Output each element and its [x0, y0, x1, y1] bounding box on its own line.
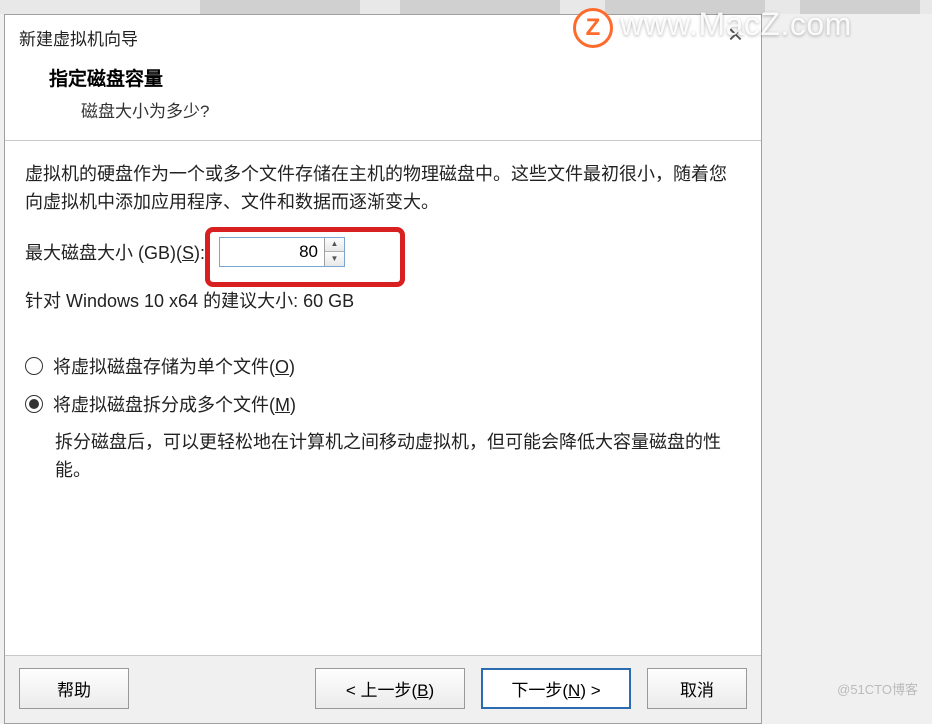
label-part: ) >	[580, 681, 600, 700]
body-section: 虚拟机的硬盘作为一个或多个文件存储在主机的物理磁盘中。这些文件最初很小，随着您向…	[5, 141, 761, 655]
recommended-size-text: 针对 Windows 10 x64 的建议大小: 60 GB	[25, 287, 741, 313]
disk-storage-radio-group: 将虚拟磁盘存储为单个文件(O) 将虚拟磁盘拆分成多个文件(M) 拆分磁盘后，可以…	[25, 353, 741, 485]
button-bar: 帮助 < 上一步(B) 下一步(N) > 取消	[5, 655, 761, 723]
radio-split-label: 将虚拟磁盘拆分成多个文件(M)	[53, 391, 296, 417]
watermark-text: www.MacZ.com	[620, 6, 852, 43]
bg-tab	[400, 0, 560, 14]
label-part: )	[289, 357, 295, 377]
wizard-dialog: 新建虚拟机向导 × 指定磁盘容量 磁盘大小为多少? 虚拟机的硬盘作为一个或多个文…	[4, 14, 762, 724]
split-description: 拆分磁盘后，可以更轻松地在计算机之间移动虚拟机，但可能会降低大容量磁盘的性能。	[55, 429, 741, 485]
page-subtitle: 磁盘大小为多少?	[49, 97, 747, 122]
radio-single-file[interactable]: 将虚拟磁盘存储为单个文件(O)	[25, 353, 741, 379]
watermark-z-badge: Z	[573, 8, 613, 48]
radio-icon	[25, 357, 43, 375]
disk-size-label: 最大磁盘大小 (GB)(S):	[25, 239, 205, 265]
spinner-buttons: ▲ ▼	[324, 238, 344, 266]
cancel-button[interactable]: 取消	[647, 668, 747, 709]
label-part: ):	[194, 243, 205, 263]
radio-single-label: 将虚拟磁盘存储为单个文件(O)	[53, 353, 295, 379]
disk-size-input[interactable]	[220, 238, 324, 266]
label-underline: N	[568, 681, 580, 700]
spinner-up-button[interactable]: ▲	[325, 238, 344, 252]
label-part: )	[290, 395, 296, 415]
spinner-down-button[interactable]: ▼	[325, 252, 344, 266]
label-part: 下一步(	[511, 681, 568, 700]
dialog-title: 新建虚拟机向导	[19, 30, 138, 49]
label-part: )	[428, 681, 434, 700]
bg-tab	[200, 0, 360, 14]
label-part: 将虚拟磁盘拆分成多个文件(	[53, 395, 275, 415]
header-section: 指定磁盘容量 磁盘大小为多少?	[5, 56, 761, 141]
label-part: 将虚拟磁盘存储为单个文件(	[53, 357, 275, 377]
label-underline: M	[275, 395, 290, 415]
radio-icon	[25, 395, 43, 413]
label-part: 最大磁盘大小 (GB)(	[25, 243, 182, 263]
next-button[interactable]: 下一步(N) >	[481, 668, 631, 709]
back-button[interactable]: < 上一步(B)	[315, 668, 465, 709]
label-underline: O	[275, 357, 289, 377]
page-title: 指定磁盘容量	[49, 64, 747, 91]
disk-size-row: 最大磁盘大小 (GB)(S): ▲ ▼	[25, 237, 741, 267]
label-underline: S	[182, 243, 194, 263]
footer-watermark: @51CTO博客	[837, 679, 918, 698]
description-text: 虚拟机的硬盘作为一个或多个文件存储在主机的物理磁盘中。这些文件最初很小，随着您向…	[25, 161, 741, 217]
disk-size-spinner: ▲ ▼	[219, 237, 345, 267]
label-underline: B	[417, 681, 428, 700]
help-button[interactable]: 帮助	[19, 668, 129, 709]
radio-split-files[interactable]: 将虚拟磁盘拆分成多个文件(M)	[25, 391, 741, 417]
label-part: < 上一步(	[346, 681, 417, 700]
